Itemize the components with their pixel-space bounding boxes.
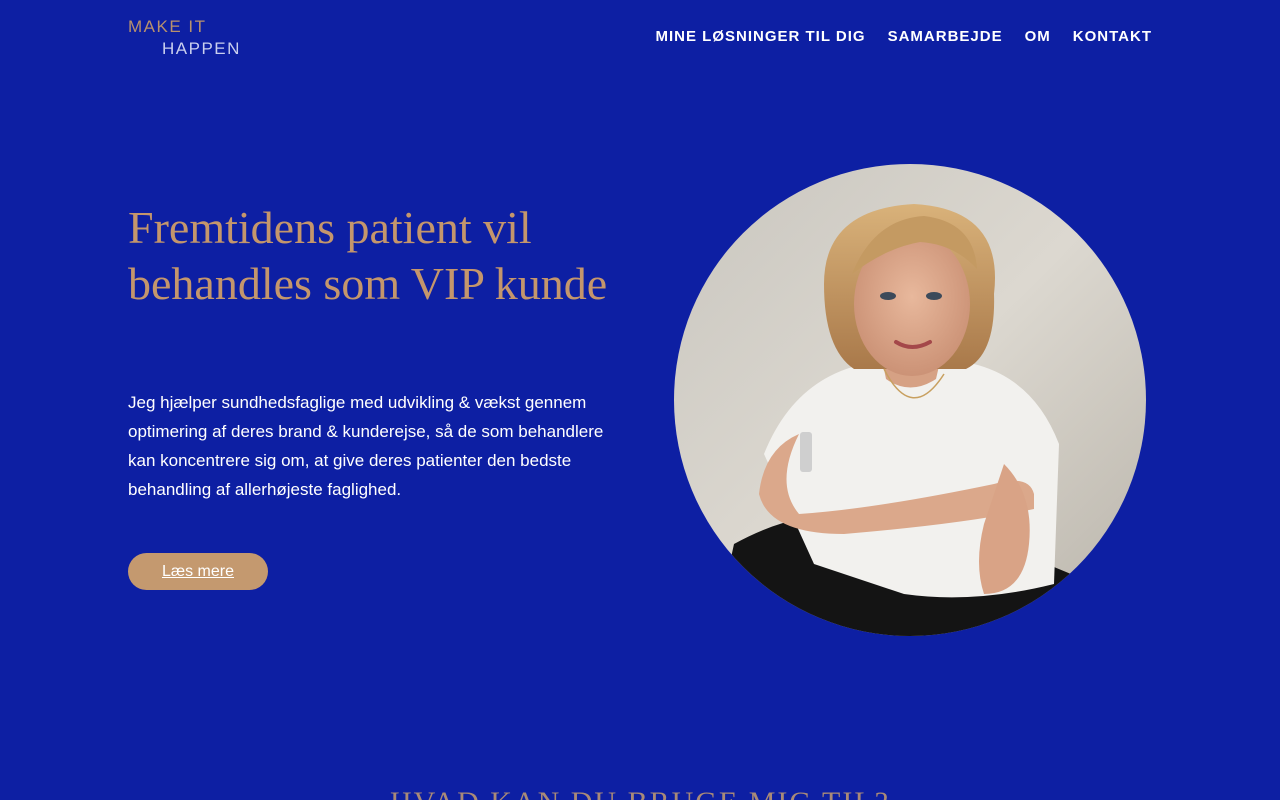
brand-logo[interactable]: MAKE IT HAPPEN: [128, 17, 250, 59]
nav-item-collaboration[interactable]: SAMARBEJDE: [888, 28, 1003, 45]
hero-title: Fremtidens patient vil behandles som VIP…: [128, 202, 608, 309]
portrait-photo: [674, 164, 1146, 636]
logo-line-1: MAKE IT: [128, 17, 207, 36]
nav-item-solutions[interactable]: MINE LØSNINGER TIL DIG: [656, 28, 866, 45]
nav-item-contact[interactable]: KONTAKT: [1073, 28, 1152, 45]
section-heading: HVAD KAN DU BRUGE MIG TIL?: [0, 786, 1280, 800]
hero-description: Jeg hjælper sundhedsfaglige med udviklin…: [128, 393, 604, 499]
main-nav: MINE LØSNINGER TIL DIG SAMARBEJDE OM KON…: [656, 28, 1152, 45]
logo-line-2: HAPPEN: [162, 39, 241, 58]
nav-item-about[interactable]: OM: [1025, 28, 1051, 45]
portrait-illustration: [674, 164, 1146, 636]
site-header: MAKE IT HAPPEN MINE LØSNINGER TIL DIG SA…: [0, 0, 1280, 76]
read-more-button[interactable]: Læs mere: [128, 553, 268, 590]
